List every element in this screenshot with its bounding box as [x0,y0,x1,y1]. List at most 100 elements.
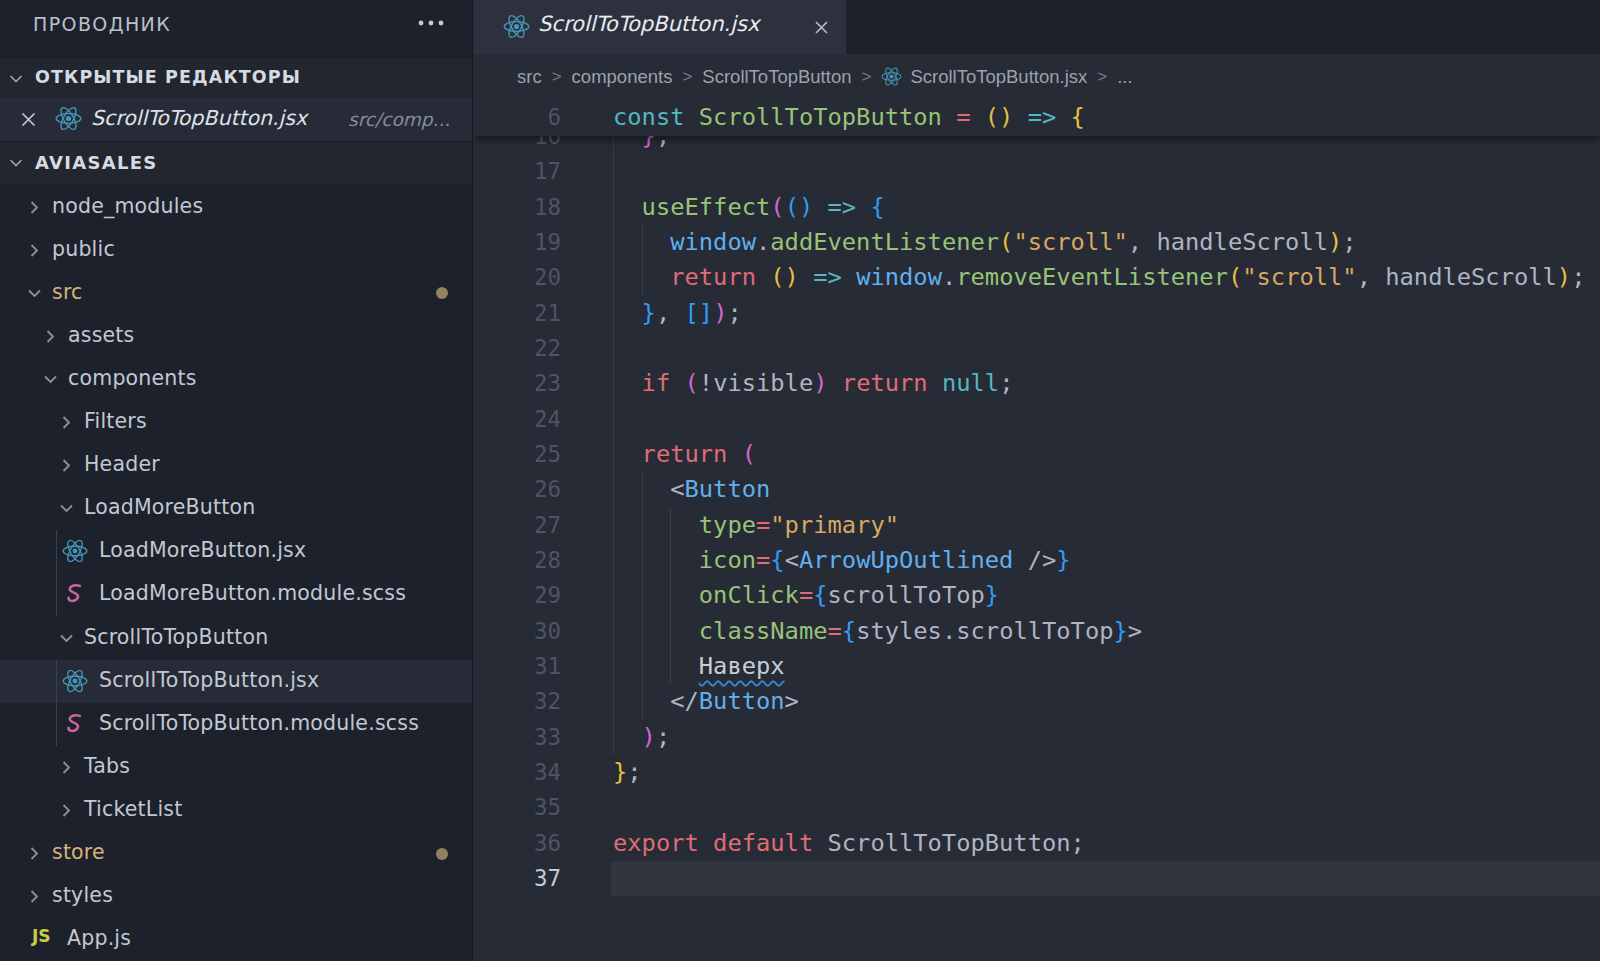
chevron-down-icon [6,153,26,177]
react-icon [503,13,530,44]
chevron-down-icon [56,498,77,523]
chevron-right-icon [56,455,77,480]
code-line-36: 36export default ScrollToTopButton; [474,826,1600,861]
chevron-down-icon [24,283,45,308]
tree-folder-node_modules[interactable]: node_modules [0,186,473,229]
tree-folder-TicketList[interactable]: TicketList [0,789,473,832]
tree-folder-Filters[interactable]: Filters [0,401,473,444]
chevron-right-icon [56,412,77,437]
code-line-17: 17 [474,154,1600,189]
tree-file-LoadMoreButton.jsx[interactable]: LoadMoreButton.jsx [0,530,473,573]
line-number: 33 [474,720,561,755]
breadcrumb-separator: > [682,67,692,87]
line-number: 28 [474,543,561,578]
code-line-33: 33 ); [474,720,1600,755]
code-line-24: 24 [474,402,1600,437]
react-icon [881,66,902,92]
tree-folder-ScrollToTopButton[interactable]: ScrollToTopButton [0,617,473,660]
tab-title: ScrollToTopButton.jsx [538,12,759,36]
editor-tab[interactable]: ScrollToTopButton.jsx [474,0,846,54]
close-icon[interactable] [18,109,39,134]
line-number: 26 [474,472,561,507]
line-number: 37 [474,861,561,896]
modified-dot-badge [436,848,448,860]
code-line-23: 23 if (!visible) return null; [474,366,1600,401]
react-icon [55,105,82,136]
code-line-18: 18 useEffect(() => { [474,190,1600,225]
section-project-root[interactable]: AVIASALES [0,141,473,185]
tree-folder-styles[interactable]: styles [0,875,473,918]
vscode-window: ПРОВОДНИК ОТКРЫТЫЕ РЕДАКТОРЫ ScrollToTop… [0,0,1600,961]
tree-file-ScrollToTopButton.jsx[interactable]: ScrollToTopButton.jsx [0,660,473,703]
code-line-19: 19 window.addEventListener("scroll", han… [474,225,1600,260]
tree-folder-assets[interactable]: assets [0,315,473,358]
tree-folder-components[interactable]: components [0,358,473,401]
tree-folder-LoadMoreButton[interactable]: LoadMoreButton [0,487,473,530]
line-number: 22 [474,331,561,366]
tab-close-icon[interactable] [812,18,831,41]
breadcrumb-item[interactable]: ... [1117,66,1132,88]
line-number: 21 [474,296,561,331]
open-editor-item[interactable]: ScrollToTopButton.jsx src/comp... [0,98,473,141]
breadcrumb-separator: > [1097,67,1107,87]
sass-icon [62,711,88,741]
code-line-21: 21 }, []); [474,296,1600,331]
chevron-right-icon [24,197,45,222]
breadcrumb-item[interactable]: src [517,66,542,88]
more-actions-icon[interactable] [417,11,447,35]
breadcrumb-separator: > [552,67,562,87]
code-line-30: 30 className={styles.scrollToTop}> [474,614,1600,649]
chevron-right-icon [24,240,45,265]
line-number: 31 [474,649,561,684]
line-number: 20 [474,260,561,295]
chevron-right-icon [40,326,61,351]
breadcrumb-item[interactable]: ScrollToTopButton.jsx [910,66,1087,88]
chevron-right-icon [56,800,77,825]
section-open-editors[interactable]: ОТКРЫТЫЕ РЕДАКТОРЫ [0,57,473,98]
tree-folder-Header[interactable]: Header [0,444,473,487]
line-number: 23 [474,366,561,401]
chevron-down-icon [40,369,61,394]
tree-folder-public[interactable]: public [0,229,473,272]
tree-indent-guide [56,530,57,616]
code-line-34: 34}; [474,755,1600,790]
line-number: 32 [474,684,561,719]
code-line-27: 27 type="primary" [474,508,1600,543]
sass-icon [62,581,88,611]
tree-folder-Tabs[interactable]: Tabs [0,746,473,789]
code-line-22: 22 [474,331,1600,366]
line-number: 17 [474,154,561,189]
code-editor[interactable]: 16 };1718 useEffect(() => {19 window.add… [474,100,1600,961]
editor-area: ScrollToTopButton.jsx src > components > Scr… [474,0,1600,961]
code-line-29: 29 onClick={scrollToTop} [474,578,1600,613]
line-number: 29 [474,578,561,613]
tree-indent-guide [56,660,57,746]
code-line-35: 35 [474,790,1600,825]
tree-file-App.js[interactable]: JSApp.js [0,918,473,961]
tree-file-LoadMoreButton.module.scss[interactable]: LoadMoreButton.module.scss [0,573,473,616]
open-editors-label: ОТКРЫТЫЕ РЕДАКТОРЫ [35,67,301,87]
tab-bar: ScrollToTopButton.jsx [474,0,1600,54]
chevron-down-icon [6,69,26,93]
sticky-scroll-line[interactable]: 6const ScrollToTopButton = () => { [474,100,1600,136]
line-number: 34 [474,755,561,790]
react-icon [62,538,88,568]
tree-file-ScrollToTopButton.module.scss[interactable]: ScrollToTopButton.module.scss [0,703,473,746]
line-number: 24 [474,402,561,437]
line-number: 35 [474,790,561,825]
tree-folder-src[interactable]: src [0,272,473,315]
code-line-32: 32 </Button> [474,684,1600,719]
open-editor-filepath: src/comp... [348,109,473,130]
code-line-25: 25 return ( [474,437,1600,472]
breadcrumb-item[interactable]: ScrollToTopButton [702,66,851,88]
line-number: 36 [474,826,561,861]
react-icon [62,668,88,698]
chevron-down-icon [56,628,77,653]
line-number: 30 [474,614,561,649]
line-number: 18 [474,190,561,225]
line-number: 19 [474,225,561,260]
breadcrumb-item[interactable]: components [572,66,673,88]
breadcrumb: src > components > ScrollToTopButton > Scroll… [474,54,1600,100]
tree-folder-store[interactable]: store [0,832,473,875]
chevron-right-icon [24,886,45,911]
